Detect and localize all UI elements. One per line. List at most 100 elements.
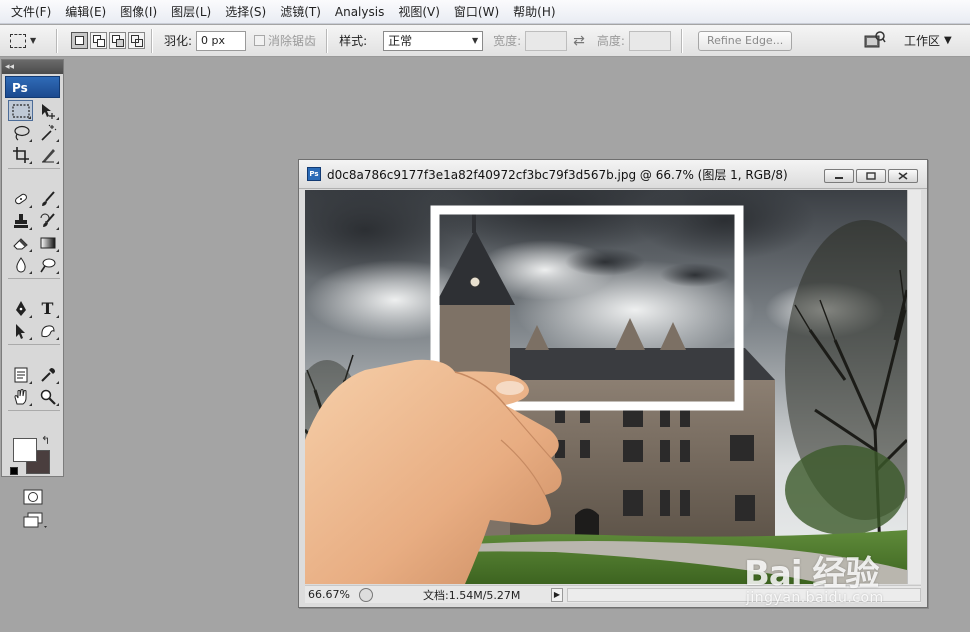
width-input[interactable] [525, 30, 568, 51]
feather-label: 羽化: [164, 34, 193, 48]
foreground-color-swatch[interactable] [13, 438, 37, 462]
zoom-tool[interactable] [35, 386, 60, 407]
status-menu-arrow-icon[interactable]: ▶ [551, 587, 563, 602]
style-select-value: 正常 [388, 34, 413, 48]
height-input[interactable] [628, 30, 671, 51]
divider [680, 28, 682, 53]
antialias-label: 消除锯齿 [268, 34, 317, 48]
clone-stamp-tool[interactable] [8, 210, 33, 231]
type-tool[interactable]: T [35, 298, 60, 319]
path-selection-tool[interactable] [8, 320, 33, 341]
pen-tool[interactable] [8, 298, 33, 319]
minimize-icon [835, 177, 843, 179]
eyedropper-icon [40, 367, 55, 382]
status-bar: 66.67% 文档:1.54M/5.27M ▶ [305, 585, 921, 603]
eraser-icon [12, 237, 28, 249]
workspace-menu[interactable]: 工作区 ▼ [904, 32, 952, 49]
workspace-label: 工作区 [904, 34, 941, 48]
history-brush-tool[interactable] [35, 210, 60, 231]
menu-file[interactable]: 文件(F) [4, 0, 58, 24]
gradient-tool[interactable] [35, 232, 60, 253]
stamp-icon [13, 213, 28, 228]
minimize-button[interactable] [824, 169, 854, 183]
magic-wand-tool[interactable] [35, 122, 60, 143]
notes-tool[interactable] [8, 364, 33, 385]
chevron-down-icon: ▼ [30, 36, 37, 45]
ps-logo[interactable]: Ps [5, 76, 60, 98]
lasso-tool[interactable] [8, 122, 33, 143]
move-tool[interactable] [35, 100, 60, 121]
screen-mode-button[interactable] [22, 510, 48, 530]
swap-colors-icon[interactable]: ↰ [41, 434, 50, 447]
antialias-checkbox[interactable] [254, 35, 266, 46]
menu-filter[interactable]: 滤镜(T) [273, 0, 328, 24]
healing-brush-tool[interactable] [8, 188, 33, 209]
default-colors-icon[interactable] [10, 467, 18, 475]
type-icon: T [41, 299, 54, 318]
eyedropper-tool[interactable] [35, 364, 60, 385]
feather-input[interactable] [196, 30, 247, 51]
canvas[interactable] [305, 190, 907, 584]
maximize-button[interactable] [856, 169, 886, 183]
magic-wand-icon [40, 124, 56, 141]
menu-layer[interactable]: 图层(L) [164, 0, 218, 24]
add-selection-icon-2 [97, 39, 105, 47]
maximize-icon [866, 172, 876, 180]
menu-edit[interactable]: 编辑(E) [58, 0, 113, 24]
dodge-icon [39, 258, 55, 272]
divider [8, 344, 60, 348]
new-selection-button[interactable] [71, 32, 88, 49]
blur-tool[interactable] [8, 254, 33, 275]
menu-image[interactable]: 图像(I) [113, 0, 164, 24]
magnifier-icon [40, 389, 56, 405]
rect-marquee-icon [10, 33, 26, 48]
menu-select[interactable]: 选择(S) [218, 0, 273, 24]
document-title: d0c8a786c9177f3e1a82f40972cf3bc79f3d567b… [327, 167, 788, 182]
bridge-icon[interactable] [864, 31, 886, 49]
crop-icon [12, 146, 29, 163]
color-swatches: ↰ [10, 434, 63, 482]
horizontal-scrollbar[interactable] [567, 587, 921, 602]
rect-marquee-tool[interactable] [8, 100, 33, 121]
quick-mask-icon [23, 489, 43, 505]
slice-tool[interactable] [35, 144, 60, 165]
style-select[interactable]: 正常 ▼ [383, 30, 484, 51]
add-to-selection-button[interactable] [90, 32, 107, 49]
subtract-from-selection-button[interactable] [109, 32, 126, 49]
status-info-icon[interactable] [359, 587, 373, 602]
rect-marquee-icon [11, 103, 30, 118]
document-size: 文档:1.54M/5.27M [423, 588, 521, 602]
hand-tool[interactable] [8, 386, 33, 407]
refine-edge-button[interactable]: Refine Edge... [697, 30, 793, 51]
menu-help[interactable]: 帮助(H) [506, 0, 562, 24]
vertical-scrollbar[interactable] [907, 190, 921, 584]
selection-mode-group [71, 32, 145, 49]
options-bar: ▼ 羽化: 消除锯齿 样式: 正常 ▼ 宽度: ⇄ 高度: Refine Edg… [0, 25, 970, 57]
custom-shape-tool[interactable] [35, 320, 60, 341]
zoom-field[interactable]: 66.67% [305, 588, 353, 601]
swap-icon[interactable]: ⇄ [573, 33, 585, 49]
menu-analysis[interactable]: Analysis [328, 0, 391, 24]
shape-icon [40, 324, 55, 337]
crop-tool[interactable] [8, 144, 33, 165]
brush-icon [41, 190, 55, 206]
move-icon [41, 103, 55, 119]
menu-window[interactable]: 窗口(W) [447, 0, 506, 24]
eraser-tool[interactable] [8, 232, 33, 253]
ps-document-icon: Ps [307, 167, 321, 181]
intersect-selection-button[interactable] [128, 32, 145, 49]
document-titlebar[interactable]: Ps d0c8a786c9177f3e1a82f40972cf3bc79f3d5… [299, 160, 927, 189]
tool-grid: T [2, 98, 63, 430]
close-button[interactable] [888, 169, 918, 183]
intersect-selection-icon-2 [135, 39, 143, 47]
brush-tool[interactable] [35, 188, 60, 209]
quick-mask-button[interactable] [22, 488, 44, 506]
tool-preset-picker[interactable]: ▼ [10, 29, 50, 53]
menu-view[interactable]: 视图(V) [391, 0, 447, 24]
history-brush-icon [40, 212, 55, 227]
height-label: 高度: [596, 34, 625, 48]
dodge-tool[interactable] [35, 254, 60, 275]
width-label: 宽度: [493, 34, 522, 48]
pen-icon [15, 300, 26, 316]
panel-collapse-icon[interactable]: ◂◂ [2, 60, 63, 74]
